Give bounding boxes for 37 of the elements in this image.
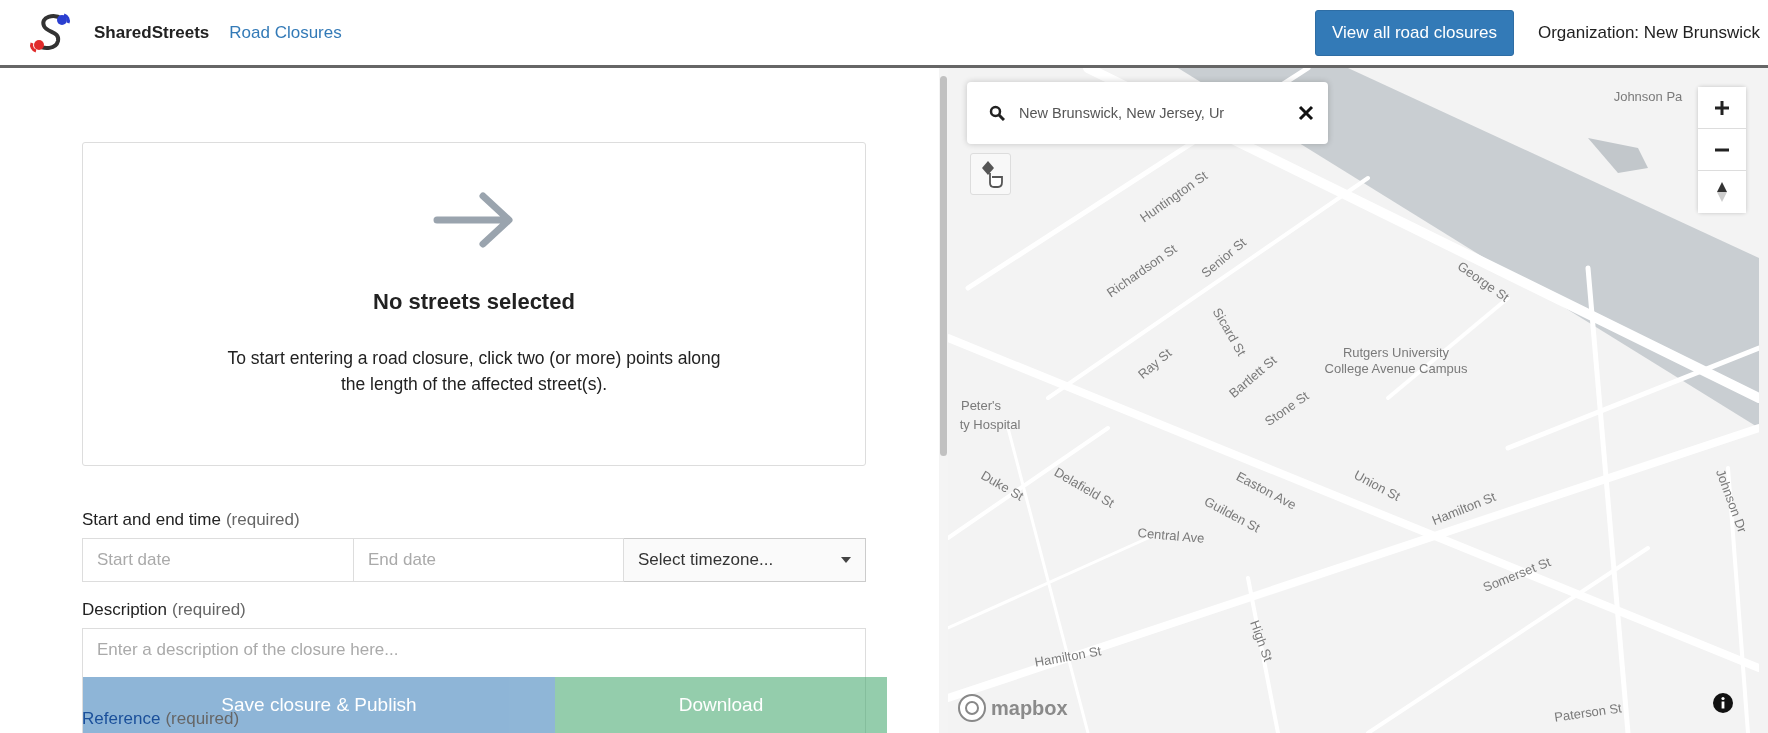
- minus-icon: [1714, 147, 1730, 152]
- map-label: Hamilton St: [1033, 643, 1103, 671]
- plus-icon: [1714, 99, 1730, 116]
- empty-state-message: To start entering a road closure, click two (or more) points along the length of the affected street(s).: [226, 347, 722, 396]
- compass-icon: [1717, 182, 1727, 202]
- close-icon[interactable]: [1298, 105, 1314, 121]
- info-icon[interactable]: [1712, 692, 1734, 714]
- end-date-field[interactable]: End date: [354, 538, 624, 582]
- map-label: Rutgers University College Avenue Campus: [1323, 345, 1469, 377]
- field-label: Start and end time: [82, 510, 221, 530]
- timezone-select[interactable]: Select timezone...: [624, 538, 866, 582]
- view-all-button[interactable]: View all road closures: [1314, 9, 1514, 56]
- road-closures-link[interactable]: Road Closures: [229, 22, 342, 43]
- field-label: Description: [82, 600, 168, 620]
- required-note: (required): [225, 510, 300, 530]
- empty-state-title: No streets selected: [373, 289, 575, 315]
- start-date-field[interactable]: Start date: [82, 538, 354, 582]
- map-label: Duke St: [977, 467, 1027, 505]
- map-label: Central Ave: [1136, 525, 1206, 547]
- map-label: Ray St: [1134, 345, 1176, 383]
- map-label: ty Hospital: [959, 417, 1021, 433]
- zoom-in-button[interactable]: [1698, 87, 1746, 129]
- map-label: Paterson St: [1553, 700, 1623, 726]
- map-label: Peter's: [960, 398, 1002, 414]
- mapbox-logo[interactable]: mapbox: [956, 692, 1068, 724]
- map-label: High St: [1246, 618, 1276, 664]
- map-label: Johnson Pa: [1613, 89, 1683, 105]
- search-icon: [989, 105, 1005, 121]
- required-note: (required): [172, 600, 246, 620]
- field-label: Reference: [82, 709, 161, 729]
- arrow-right-icon: [433, 191, 515, 249]
- draw-tool-button[interactable]: [970, 153, 1011, 195]
- organization-label: Organization: New Brunswick: [1537, 22, 1760, 43]
- compass-button[interactable]: [1698, 171, 1746, 213]
- brand-name: SharedStreets: [94, 22, 210, 43]
- caret-icon: [841, 557, 851, 563]
- map-search-field[interactable]: New Brunswick, New Jersey, Ur: [1019, 103, 1284, 123]
